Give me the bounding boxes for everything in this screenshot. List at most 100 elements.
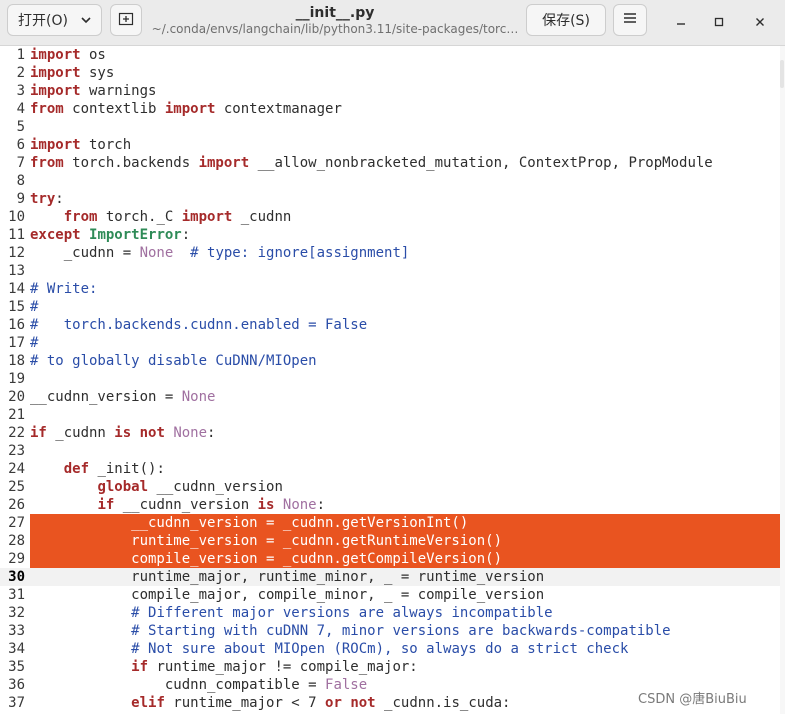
line-text[interactable]: _cudnn = None # type: ignore[assignment] [30, 244, 410, 262]
line-number[interactable]: 3 [0, 82, 25, 100]
code-line[interactable]: 2 import sys [0, 64, 780, 82]
line-number[interactable]: 18 [0, 352, 25, 370]
line-text[interactable]: if runtime_major != compile_major: [30, 658, 418, 676]
line-number[interactable]: 34 [0, 640, 25, 658]
line-number[interactable]: 20 [0, 388, 25, 406]
line-text[interactable]: from contextlib import contextmanager [30, 100, 342, 118]
code-line[interactable]: 19 [0, 370, 780, 388]
line-text[interactable]: # Starting with cuDNN 7, minor versions … [30, 622, 670, 640]
line-number[interactable]: 2 [0, 64, 25, 82]
line-number[interactable]: 32 [0, 604, 25, 622]
line-text[interactable]: # [30, 334, 38, 352]
line-number[interactable]: 35 [0, 658, 25, 676]
line-text[interactable]: # [30, 298, 38, 316]
code-line[interactable]: 20 __cudnn_version = None [0, 388, 780, 406]
code-line[interactable]: 1 import os [0, 46, 780, 64]
code-line[interactable]: 14 # Write: [0, 280, 780, 298]
close-button[interactable] [749, 11, 771, 33]
code-line[interactable]: 18 # to globally disable CuDNN/MIOpen [0, 352, 780, 370]
line-number[interactable]: 16 [0, 316, 25, 334]
line-text[interactable]: __cudnn_version = _cudnn.getVersionInt() [30, 514, 780, 532]
line-number[interactable]: 37 [0, 694, 25, 712]
line-number[interactable]: 8 [0, 172, 25, 190]
open-button[interactable]: 打开(O) [7, 4, 102, 36]
line-text[interactable]: from torch.backends import __allow_nonbr… [30, 154, 713, 172]
line-number[interactable]: 29 [0, 550, 25, 568]
line-text[interactable]: elif runtime_major < 7 or not _cudnn.is_… [30, 694, 510, 712]
maximize-button[interactable] [708, 11, 730, 33]
code-line[interactable]: 15 # [0, 298, 780, 316]
line-number[interactable]: 33 [0, 622, 25, 640]
code-line[interactable]: 34 # Not sure about MIOpen (ROCm), so al… [0, 640, 780, 658]
line-text[interactable]: # torch.backends.cudnn.enabled = False [30, 316, 367, 334]
code-line[interactable]: 21 [0, 406, 780, 424]
line-number[interactable]: 24 [0, 460, 25, 478]
code-line[interactable]: 3 import warnings [0, 82, 780, 100]
line-number[interactable]: 23 [0, 442, 25, 460]
scrollbar-thumb[interactable] [780, 60, 784, 88]
line-text[interactable]: import torch [30, 136, 131, 154]
code-line[interactable]: 12 _cudnn = None # type: ignore[assignme… [0, 244, 780, 262]
line-number[interactable]: 5 [0, 118, 25, 136]
line-text[interactable]: if _cudnn is not None: [30, 424, 215, 442]
line-text[interactable]: compile_major, compile_minor, _ = compil… [30, 586, 544, 604]
line-number[interactable]: 9 [0, 190, 25, 208]
code-line[interactable]: 16 # torch.backends.cudnn.enabled = False [0, 316, 780, 334]
code-line[interactable]: 26 if __cudnn_version is None: [0, 496, 780, 514]
line-text[interactable]: if __cudnn_version is None: [30, 496, 325, 514]
line-number[interactable]: 21 [0, 406, 25, 424]
line-text[interactable]: runtime_version = _cudnn.getRuntimeVersi… [30, 532, 780, 550]
code-line[interactable]: 32 # Different major versions are always… [0, 604, 780, 622]
line-number[interactable]: 25 [0, 478, 25, 496]
line-text[interactable]: import warnings [30, 82, 156, 100]
line-number[interactable]: 13 [0, 262, 25, 280]
line-text[interactable]: __cudnn_version = None [30, 388, 215, 406]
line-number[interactable]: 4 [0, 100, 25, 118]
line-number[interactable]: 36 [0, 676, 25, 694]
line-number[interactable]: 19 [0, 370, 25, 388]
line-number[interactable]: 6 [0, 136, 25, 154]
code-line[interactable]: 27 __cudnn_version = _cudnn.getVersionIn… [0, 514, 780, 532]
line-text[interactable]: # Write: [30, 280, 97, 298]
line-text[interactable]: try: [30, 190, 64, 208]
code-line[interactable]: 33 # Starting with cuDNN 7, minor versio… [0, 622, 780, 640]
new-tab-button[interactable] [110, 4, 142, 36]
line-text[interactable]: import os [30, 46, 106, 64]
code-line[interactable]: 22 if _cudnn is not None: [0, 424, 780, 442]
main-menu-button[interactable] [613, 4, 647, 36]
line-number[interactable]: 27 [0, 514, 25, 532]
line-text[interactable]: cudnn_compatible = False [30, 676, 367, 694]
line-text[interactable]: compile_version = _cudnn.getCompileVersi… [30, 550, 780, 568]
code-line[interactable]: 13 [0, 262, 780, 280]
code-line[interactable]: 24 def _init(): [0, 460, 780, 478]
code-line[interactable]: 23 [0, 442, 780, 460]
line-text[interactable]: # to globally disable CuDNN/MIOpen [30, 352, 317, 370]
code-line[interactable]: 28 runtime_version = _cudnn.getRuntimeVe… [0, 532, 780, 550]
line-text[interactable]: def _init(): [30, 460, 165, 478]
line-number[interactable]: 11 [0, 226, 25, 244]
line-text[interactable]: global __cudnn_version [30, 478, 282, 496]
line-text[interactable]: except ImportError: [30, 226, 190, 244]
code-line[interactable]: 29 compile_version = _cudnn.getCompileVe… [0, 550, 780, 568]
code-editor[interactable]: 1 import os 2 import sys 3 import warnings 4 fr… [0, 46, 780, 714]
line-number[interactable]: 15 [0, 298, 25, 316]
line-number[interactable]: 17 [0, 334, 25, 352]
code-line[interactable]: 35 if runtime_major != compile_major: [0, 658, 780, 676]
line-text[interactable]: import sys [30, 64, 114, 82]
code-line[interactable]: 30 runtime_major, runtime_minor, _ = run… [0, 568, 780, 586]
line-number[interactable]: 26 [0, 496, 25, 514]
code-line[interactable]: 4 from contextlib import contextmanager [0, 100, 780, 118]
code-line[interactable]: 17 # [0, 334, 780, 352]
line-number[interactable]: 12 [0, 244, 25, 262]
line-text[interactable]: # Not sure about MIOpen (ROCm), so alway… [30, 640, 628, 658]
line-number[interactable]: 30 [0, 568, 25, 586]
save-button[interactable]: 保存(S) [526, 4, 606, 36]
line-text[interactable]: # Different major versions are always in… [30, 604, 552, 622]
code-line[interactable]: 5 [0, 118, 780, 136]
line-number[interactable]: 14 [0, 280, 25, 298]
code-line[interactable]: 8 [0, 172, 780, 190]
scrollbar-track[interactable] [780, 46, 785, 714]
code-line[interactable]: 25 global __cudnn_version [0, 478, 780, 496]
line-number[interactable]: 7 [0, 154, 25, 172]
line-number[interactable]: 31 [0, 586, 25, 604]
